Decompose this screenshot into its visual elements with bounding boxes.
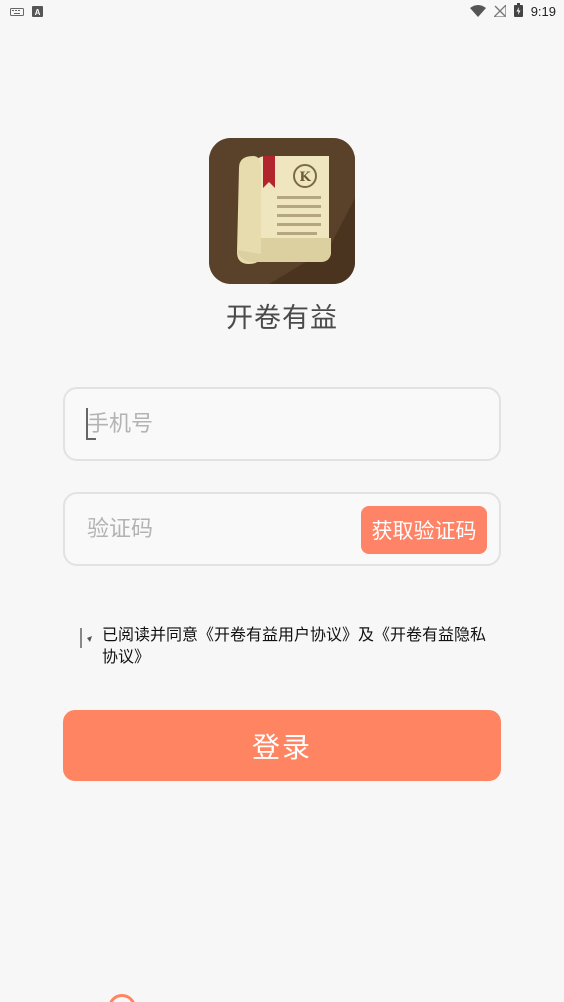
phone-input[interactable] bbox=[87, 389, 347, 459]
cursor-handle[interactable] bbox=[86, 438, 96, 440]
login-screen: A 9:19 K 开卷有益 手机号 验证码 获取验证码 已阅读并同意《开卷有益用… bbox=[0, 0, 564, 1002]
text-cursor bbox=[86, 408, 88, 440]
status-bar-right: 9:19 bbox=[469, 2, 556, 21]
other-login-icon[interactable] bbox=[108, 994, 136, 1002]
keyboard-icon bbox=[10, 2, 24, 21]
login-button[interactable]: 登录 bbox=[63, 710, 501, 781]
book-logo-icon: K bbox=[209, 138, 355, 284]
agreement-text[interactable]: 已阅读并同意《开卷有益用户协议》及《开卷有益隐私协议》 bbox=[102, 624, 498, 668]
svg-text:A: A bbox=[35, 8, 41, 17]
phone-field[interactable] bbox=[63, 387, 501, 461]
agreement-row: 已阅读并同意《开卷有益用户协议》及《开卷有益隐私协议》 bbox=[78, 624, 498, 668]
status-bar-left: A bbox=[10, 2, 43, 21]
app-name: 开卷有益 bbox=[226, 303, 338, 334]
code-input[interactable] bbox=[87, 494, 347, 564]
logo-letter: K bbox=[299, 170, 311, 185]
code-field[interactable]: 获取验证码 bbox=[63, 492, 501, 566]
status-time: 9:19 bbox=[530, 4, 556, 19]
battery-icon bbox=[513, 2, 523, 21]
get-code-button[interactable]: 获取验证码 bbox=[361, 506, 487, 554]
a-notification-icon: A bbox=[32, 2, 43, 21]
wifi-icon bbox=[469, 2, 486, 21]
agreement-checkbox[interactable] bbox=[78, 626, 94, 650]
status-bar: A 9:19 bbox=[0, 0, 564, 23]
no-signal-icon bbox=[492, 2, 507, 21]
